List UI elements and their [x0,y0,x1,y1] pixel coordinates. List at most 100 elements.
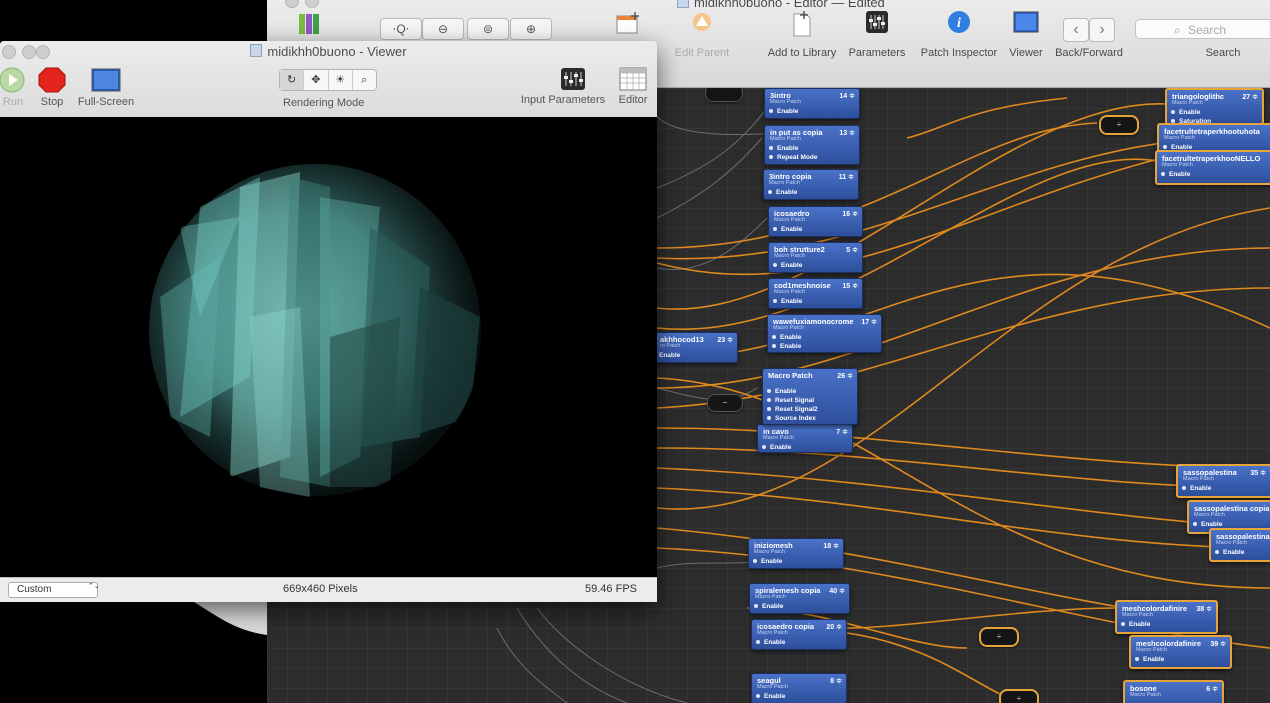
chevron-right-icon: › [1099,21,1105,38]
port-enable[interactable]: Enable [758,443,852,452]
library-button[interactable] [297,10,323,39]
patch-node-wawefuxiamonocrome[interactable]: wawefuxiamonocrome Macro Patch 17 ≑ Enable… [767,314,882,353]
play-icon [0,67,25,93]
patch-inspector-button[interactable]: i Patch Inspector [921,10,997,59]
zoom-in-button[interactable]: ⊕ [510,18,552,40]
magnifier-icon[interactable]: ⌕ [353,70,376,90]
zoom-out-icon: ⊖ [437,22,449,36]
patch-node-meshcolordafinire-2[interactable]: meshcolordafinire Macro Patch 39 ≑ Enable [1129,635,1232,669]
editor-button[interactable]: Editor [616,67,650,106]
math-operator-node[interactable] [705,88,743,102]
patch-node-boh-strutture2[interactable]: boh strutture2 Macro Patch 5 ≑ Enable [768,242,863,273]
document-icon [250,44,263,57]
move-icon[interactable]: ✥ [304,70,329,90]
rendering-mode-label: Rendering Mode [283,97,365,109]
patch-node-meshcolordafinire[interactable]: meshcolordafinire Macro Patch 38 ≑ Enable [1115,600,1218,634]
rotate-icon[interactable]: ↻ [280,70,305,90]
forward-button[interactable]: › [1089,18,1115,42]
port-enable[interactable]: Enable [769,261,862,270]
patch-node-facetrultetraperkhoonello[interactable]: facetrultetraperkhooNELLO Macro Patch Ena… [1155,150,1270,185]
patch-node-iniziomesh[interactable]: iniziomesh Macro Patch 18 ≑ Enable [748,538,844,569]
port-enable[interactable]: Enable [765,107,859,116]
patch-node-triangologlithc[interactable]: triangologlithc Macro Patch 27 ≑ Enable Sat… [1165,88,1264,125]
patch-node-bosone[interactable]: bosone Macro Patch 6 ≑ [1123,680,1224,703]
minimize-button[interactable] [305,0,319,8]
math-operator-node[interactable]: ÷ [1099,115,1139,135]
patch-node-seagul[interactable]: seagul Macro Patch 8 ≑ Enable [751,673,847,703]
fps-readout: 59.46 FPS [585,583,637,595]
new-window-icon [616,12,639,34]
back-button[interactable]: ‹ [1063,18,1089,42]
port-enable[interactable]: Enable [1157,170,1270,179]
viewer-title: midikhh0buono - Viewer [0,44,657,59]
port-source-index[interactable]: Source Index [763,414,857,423]
patch-node-in-put-as-copia[interactable]: in put as copia Macro Patch 13 ≑ Enable Rep… [764,125,860,165]
port-enable[interactable]: Enable [769,297,862,306]
patch-node-icosaedro-copia[interactable]: icosaedro copia Macro Patch 20 ≑ Enable [751,619,847,650]
close-button[interactable] [285,0,299,8]
search-icon: ⌕ [1174,23,1181,37]
patch-node-cod1meshnoise[interactable]: cod1meshnoise Macro Patch 15 ≑ Enable [768,278,863,309]
chevron-left-icon: ‹ [1073,21,1079,38]
search-input[interactable]: ⌕ Search [1135,19,1270,39]
port-enable[interactable]: Enable [1178,484,1270,493]
math-operator-node[interactable]: ÷ [979,627,1019,647]
zoom-actual-icon: ⊜ [482,22,494,36]
math-operator-node[interactable]: ÷ [999,689,1039,703]
render-output[interactable] [0,117,657,577]
stop-button[interactable]: Stop [38,67,66,108]
sliders-icon [866,11,888,33]
stop-icon [38,67,66,93]
zoom-in-icon: ⊕ [525,22,537,36]
port-reset-signal[interactable]: Reset Signal [763,396,857,405]
math-operator-node[interactable]: − [707,394,743,412]
zoom-actual-button[interactable]: ⊜ [467,18,509,40]
patch-node-icosaedro[interactable]: icosaedro Macro Patch 16 ≑ Enable [768,206,863,237]
viewer-icon [1013,11,1039,33]
patch-node-3intro-copia[interactable]: 3intro copia Macro Patch 11 ≑ Enable [763,169,859,200]
svg-text:i: i [957,16,961,31]
port-reset-signal2[interactable]: Reset Signal2 [763,405,857,414]
editor-grid-icon [619,67,647,91]
patch-node-sassopalestina-2[interactable]: sassopalestina Macro Patch Enable [1209,528,1270,562]
render-dimensions: 669x460 Pixels [283,583,358,595]
edit-parent-button[interactable]: Edit Parent [675,10,729,59]
patch-node-macro-patch[interactable]: Macro Patch 26 ≑ Enable Reset Signal Reset … [762,368,858,425]
fullscreen-button[interactable]: Full-Screen [76,67,136,108]
viewer-toolbar: midikhh0buono - Viewer Run Stop Full-Scr… [0,41,657,118]
port-enable-2[interactable]: Enable [768,342,881,351]
port-enable[interactable]: Enable [750,602,849,611]
zoom-fit-button[interactable]: ⋅Q⋅ [380,18,422,40]
add-to-library-button[interactable]: Add to Library [768,10,836,59]
port-enable[interactable]: Enable [768,333,881,342]
input-parameters-button[interactable]: Input Parameters [518,67,608,106]
rendering-mode-control[interactable]: ↻ ✥ ☀ ⌕ [279,69,377,91]
run-button[interactable]: Run [0,67,26,108]
port-enable[interactable]: Enable [749,557,843,566]
port-enable[interactable]: Enable [764,188,858,197]
bug-icon[interactable]: ☀ [329,70,353,90]
zoom-fit-icon: ⋅Q⋅ [392,22,410,36]
new-patch-button[interactable]: o [615,10,643,59]
port-enable[interactable]: Enable [752,638,846,647]
viewer-button[interactable]: Viewer [1009,10,1043,59]
port-enable[interactable]: Enable [769,225,862,234]
add-to-library-icon [793,11,811,37]
port-enable[interactable]: Enable [1131,655,1230,664]
rendered-sphere [149,164,481,497]
port-enable[interactable]: Enable [752,692,846,701]
port-enable[interactable]: Enable [765,144,859,153]
size-preset-select[interactable]: Custom [8,582,98,598]
parameters-button[interactable]: Parameters [849,10,905,59]
patch-node-sassopalestina[interactable]: sassopalestina Macro Patch 35 ≑ Enable [1176,464,1270,498]
info-icon: i [948,11,970,33]
port-enable[interactable]: Enable [763,387,857,396]
patch-node-3intro[interactable]: 3intro Macro Patch 14 ≑ Enable [764,88,860,119]
port-enable[interactable]: Enable [1167,108,1262,117]
port-enable[interactable]: Enable [1117,620,1216,629]
zoom-out-button[interactable]: ⊖ [422,18,464,40]
patch-node-spiralemesh-copia[interactable]: spiralemesh copia Macro Patch 40 ≑ Enable [749,583,850,614]
port-repeat-mode[interactable]: Repeat Mode [765,153,859,162]
port-enable[interactable]: Enable [1211,548,1270,557]
patch-node-in-cavo[interactable]: in cavo Macro Patch 7 ≑ Enable [757,424,853,453]
